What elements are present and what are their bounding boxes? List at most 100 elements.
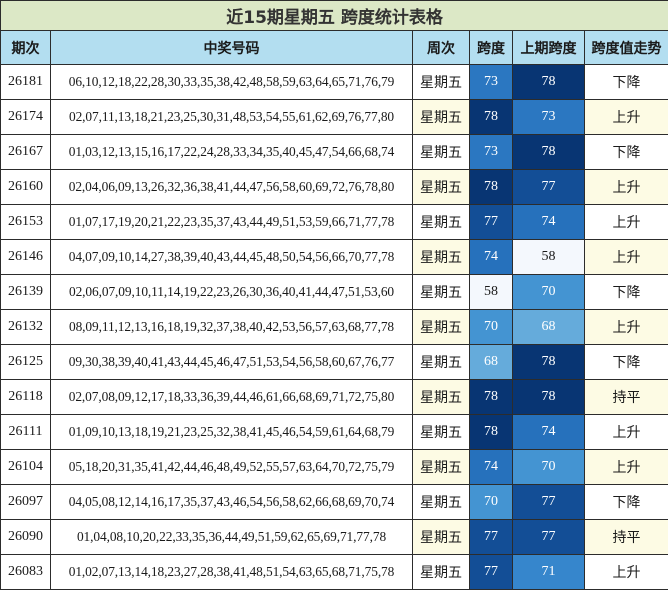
span-cell: 77 — [470, 520, 513, 555]
prev-span-cell: 77 — [513, 520, 585, 555]
numbers-cell: 09,30,38,39,40,41,43,44,45,46,47,51,53,5… — [51, 345, 413, 380]
table-row: 2609001,04,08,10,20,22,33,35,36,44,49,51… — [1, 520, 668, 555]
table-row: 2615301,07,17,19,20,21,22,23,35,37,43,44… — [1, 205, 668, 240]
table-row: 2611802,07,08,09,12,17,18,33,36,39,44,46… — [1, 380, 668, 415]
span-cell: 73 — [470, 65, 513, 100]
header-week: 周次 — [413, 31, 470, 65]
prev-span-cell: 73 — [513, 100, 585, 135]
span-cell: 78 — [470, 415, 513, 450]
trend-cell: 上升 — [585, 310, 668, 345]
period-cell: 26181 — [1, 65, 51, 100]
week-cell: 星期五 — [413, 135, 470, 170]
trend-cell: 下降 — [585, 275, 668, 310]
table-row: 2611101,09,10,13,18,19,21,23,25,32,38,41… — [1, 415, 668, 450]
period-cell: 26174 — [1, 100, 51, 135]
numbers-cell: 04,05,08,12,14,16,17,35,37,43,46,54,56,5… — [51, 485, 413, 520]
numbers-cell: 02,07,08,09,12,17,18,33,36,39,44,46,61,6… — [51, 380, 413, 415]
span-cell: 74 — [470, 450, 513, 485]
prev-span-cell: 77 — [513, 485, 585, 520]
trend-cell: 上升 — [585, 415, 668, 450]
prev-span-cell: 70 — [513, 275, 585, 310]
span-cell: 78 — [470, 100, 513, 135]
span-cell: 58 — [470, 275, 513, 310]
prev-span-cell: 78 — [513, 380, 585, 415]
period-cell: 26125 — [1, 345, 51, 380]
period-cell: 26146 — [1, 240, 51, 275]
week-cell: 星期五 — [413, 415, 470, 450]
trend-cell: 下降 — [585, 345, 668, 380]
period-cell: 26097 — [1, 485, 51, 520]
table-title: 近15期星期五 跨度统计表格 — [1, 1, 668, 31]
period-cell: 26132 — [1, 310, 51, 345]
trend-cell: 上升 — [585, 205, 668, 240]
span-cell: 77 — [470, 555, 513, 590]
prev-span-cell: 74 — [513, 205, 585, 240]
prev-span-cell: 78 — [513, 345, 585, 380]
week-cell: 星期五 — [413, 65, 470, 100]
numbers-cell: 02,07,11,13,18,21,23,25,30,31,48,53,54,5… — [51, 100, 413, 135]
table-row: 2616002,04,06,09,13,26,32,36,38,41,44,47… — [1, 170, 668, 205]
prev-span-cell: 78 — [513, 65, 585, 100]
numbers-cell: 01,09,10,13,18,19,21,23,25,32,38,41,45,4… — [51, 415, 413, 450]
span-cell: 74 — [470, 240, 513, 275]
trend-cell: 下降 — [585, 65, 668, 100]
trend-cell: 上升 — [585, 170, 668, 205]
week-cell: 星期五 — [413, 450, 470, 485]
trend-cell: 上升 — [585, 100, 668, 135]
period-cell: 26083 — [1, 555, 51, 590]
period-cell: 26090 — [1, 520, 51, 555]
week-cell: 星期五 — [413, 520, 470, 555]
week-cell: 星期五 — [413, 205, 470, 240]
prev-span-cell: 68 — [513, 310, 585, 345]
span-cell: 78 — [470, 170, 513, 205]
table-row: 2614604,07,09,10,14,27,38,39,40,43,44,45… — [1, 240, 668, 275]
week-cell: 星期五 — [413, 100, 470, 135]
table-row: 2618106,10,12,18,22,28,30,33,35,38,42,48… — [1, 65, 668, 100]
trend-cell: 上升 — [585, 450, 668, 485]
table-row: 2609704,05,08,12,14,16,17,35,37,43,46,54… — [1, 485, 668, 520]
table-row: 2612509,30,38,39,40,41,43,44,45,46,47,51… — [1, 345, 668, 380]
header-numbers: 中奖号码 — [51, 31, 413, 65]
table-row: 2613208,09,11,12,13,16,18,19,32,37,38,40… — [1, 310, 668, 345]
period-cell: 26153 — [1, 205, 51, 240]
week-cell: 星期五 — [413, 310, 470, 345]
table-row: 2610405,18,20,31,35,41,42,44,46,48,49,52… — [1, 450, 668, 485]
prev-span-cell: 58 — [513, 240, 585, 275]
span-cell: 73 — [470, 135, 513, 170]
header-trend: 跨度值走势 — [585, 31, 668, 65]
table-row: 2608301,02,07,13,14,18,23,27,28,38,41,48… — [1, 555, 668, 590]
table-row: 2613902,06,07,09,10,11,14,19,22,23,26,30… — [1, 275, 668, 310]
table-row: 2617402,07,11,13,18,21,23,25,30,31,48,53… — [1, 100, 668, 135]
trend-cell: 下降 — [585, 485, 668, 520]
trend-cell: 持平 — [585, 380, 668, 415]
period-cell: 26104 — [1, 450, 51, 485]
period-cell: 26111 — [1, 415, 51, 450]
trend-cell: 持平 — [585, 520, 668, 555]
trend-cell: 下降 — [585, 135, 668, 170]
numbers-cell: 05,18,20,31,35,41,42,44,46,48,49,52,55,5… — [51, 450, 413, 485]
period-cell: 26167 — [1, 135, 51, 170]
period-cell: 26118 — [1, 380, 51, 415]
header-period: 期次 — [1, 31, 51, 65]
span-cell: 78 — [470, 380, 513, 415]
span-cell: 70 — [470, 310, 513, 345]
numbers-cell: 01,02,07,13,14,18,23,27,28,38,41,48,51,5… — [51, 555, 413, 590]
span-cell: 70 — [470, 485, 513, 520]
numbers-cell: 06,10,12,18,22,28,30,33,35,38,42,48,58,5… — [51, 65, 413, 100]
span-cell: 77 — [470, 205, 513, 240]
prev-span-cell: 74 — [513, 415, 585, 450]
numbers-cell: 02,04,06,09,13,26,32,36,38,41,44,47,56,5… — [51, 170, 413, 205]
span-cell: 68 — [470, 345, 513, 380]
header-prev-span: 上期跨度 — [513, 31, 585, 65]
numbers-cell: 01,03,12,13,15,16,17,22,24,28,33,34,35,4… — [51, 135, 413, 170]
week-cell: 星期五 — [413, 170, 470, 205]
numbers-cell: 01,04,08,10,20,22,33,35,36,44,49,51,59,6… — [51, 520, 413, 555]
trend-cell: 上升 — [585, 240, 668, 275]
trend-cell: 上升 — [585, 555, 668, 590]
span-stats-table: 近15期星期五 跨度统计表格 期次 中奖号码 周次 跨度 上期跨度 跨度值走势 … — [0, 0, 668, 590]
numbers-cell: 02,06,07,09,10,11,14,19,22,23,26,30,36,4… — [51, 275, 413, 310]
period-cell: 26139 — [1, 275, 51, 310]
prev-span-cell: 71 — [513, 555, 585, 590]
header-span: 跨度 — [470, 31, 513, 65]
week-cell: 星期五 — [413, 240, 470, 275]
